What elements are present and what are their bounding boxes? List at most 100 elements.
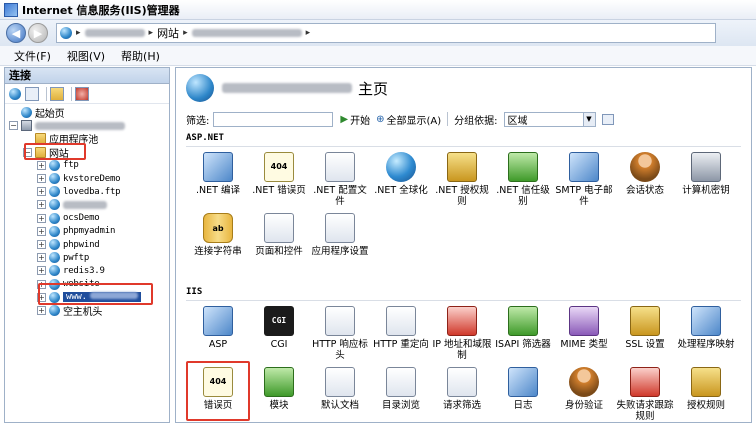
tree-node-label: 网站 bbox=[49, 148, 69, 160]
feature-connection-strings[interactable]: ab 连接字符串 bbox=[188, 213, 248, 257]
view-mode-button[interactable] bbox=[601, 113, 618, 125]
net-profile-icon bbox=[325, 152, 355, 182]
feature-handler-mappings[interactable]: 处理程序映射 bbox=[676, 306, 736, 350]
tree-node[interactable]: + ocsDemo bbox=[37, 212, 100, 225]
feature-http-headers[interactable]: HTTP 响应标头 bbox=[310, 306, 370, 361]
feature-http-redirect[interactable]: HTTP 重定向 bbox=[371, 306, 431, 350]
feature-label: .NET 全球化 bbox=[374, 185, 428, 196]
feature-authorization-rules[interactable]: 授权规则 bbox=[676, 367, 736, 411]
feature-net-globalization[interactable]: .NET 全球化 bbox=[371, 152, 431, 196]
feature-error-pages[interactable]: 404 错误页 bbox=[188, 367, 248, 411]
feature-net-error-pages[interactable]: 404 .NET 错误页 bbox=[249, 152, 309, 196]
expand-icon[interactable]: + bbox=[37, 200, 46, 210]
feature-authentication[interactable]: 身份验证 bbox=[554, 367, 614, 411]
show-all-button[interactable]: ⊕ 全部显示(A) bbox=[376, 112, 441, 127]
expand-icon[interactable]: + bbox=[37, 266, 46, 276]
expand-icon[interactable]: + bbox=[37, 279, 46, 289]
view-icon bbox=[601, 113, 614, 125]
section-title: ASP.NET bbox=[186, 133, 224, 143]
feature-net-compile[interactable]: .NET 编译 bbox=[188, 152, 248, 196]
feature-app-settings[interactable]: 应用程序设置 bbox=[310, 213, 370, 257]
site-globe-icon bbox=[49, 265, 60, 277]
breadcrumb-separator: ▸ bbox=[305, 28, 311, 38]
tree-node[interactable]: 起始页 bbox=[9, 106, 65, 120]
tree-node[interactable]: + pwftp bbox=[37, 251, 89, 264]
tree-node[interactable]: + phpmyadmin bbox=[37, 225, 115, 238]
tree-node[interactable]: + 空主机头 bbox=[37, 304, 102, 318]
mime-types-icon bbox=[569, 306, 599, 336]
breadcrumb-sites[interactable]: 网站 bbox=[157, 25, 179, 41]
save-icon[interactable] bbox=[25, 86, 39, 101]
tree-node[interactable]: 应用程序池 bbox=[23, 132, 98, 146]
tree-node[interactable]: + www. bbox=[37, 291, 141, 304]
feature-default-document[interactable]: 默认文档 bbox=[310, 367, 370, 411]
feature-label: .NET 授权规则 bbox=[435, 185, 489, 207]
connections-pane: 连接 起始页 − 应用程序池 − 网站 + ftp + kvstoreDemo + lovedba.… bbox=[4, 67, 170, 423]
feature-request-filtering[interactable]: 请求筛选 bbox=[432, 367, 492, 411]
feature-machine-key[interactable]: 计算机密钥 bbox=[676, 152, 736, 196]
feature-mime-types[interactable]: MIME 类型 bbox=[554, 306, 614, 350]
forward-button[interactable]: ▶ bbox=[28, 23, 48, 43]
feature-net-authorization[interactable]: .NET 授权规则 bbox=[432, 152, 492, 207]
feature-net-trust[interactable]: .NET 信任级别 bbox=[493, 152, 553, 207]
request-filtering-icon bbox=[447, 367, 477, 397]
feature-asp[interactable]: ASP bbox=[188, 306, 248, 350]
menu-help[interactable]: 帮助(H) bbox=[121, 48, 160, 64]
expand-icon[interactable]: + bbox=[37, 174, 46, 183]
error-pages-icon: 404 bbox=[203, 367, 233, 397]
server-icon bbox=[21, 120, 32, 132]
connect-icon[interactable] bbox=[9, 87, 21, 100]
expand-icon[interactable]: + bbox=[37, 213, 46, 223]
tree-node[interactable]: + lovedba.ftp bbox=[37, 185, 121, 198]
feature-logging[interactable]: 日志 bbox=[493, 367, 553, 411]
features-pane: 主页 筛选: ▶ 开始 ⊕ 全部显示(A) 分组依据: 区域 ▼ ASP.NET… bbox=[175, 67, 752, 423]
tree-node[interactable]: + website bbox=[37, 278, 100, 291]
feature-label: .NET 编译 bbox=[196, 185, 240, 196]
collapse-icon[interactable]: − bbox=[23, 147, 32, 157]
feature-session-state[interactable]: 会话状态 bbox=[615, 152, 675, 196]
disconnect-icon[interactable] bbox=[75, 86, 89, 101]
expand-icon[interactable]: + bbox=[37, 187, 46, 197]
expand-icon[interactable]: + bbox=[37, 226, 46, 236]
breadcrumb[interactable]: ▸ ▸ 网站 ▸ ▸ bbox=[56, 23, 716, 43]
feature-label: 应用程序设置 bbox=[311, 246, 369, 257]
feature-cgi[interactable]: CGI CGI bbox=[249, 306, 309, 350]
feature-failed-request-tracing[interactable]: 失败请求跟踪规则 bbox=[615, 367, 675, 422]
feature-label: MIME 类型 bbox=[560, 339, 608, 350]
tree-node[interactable]: + bbox=[37, 198, 107, 211]
expand-icon[interactable]: + bbox=[37, 306, 46, 315]
feature-pages-controls[interactable]: 页面和控件 bbox=[249, 213, 309, 257]
expand-icon[interactable]: + bbox=[37, 292, 46, 302]
feature-directory-browsing[interactable]: 目录浏览 bbox=[371, 367, 431, 411]
tree-node[interactable]: + ftp bbox=[37, 159, 79, 172]
feature-ip-restrictions[interactable]: IP 地址和域限制 bbox=[432, 306, 492, 361]
expand-icon[interactable]: + bbox=[37, 160, 46, 170]
menu-file[interactable]: 文件(F) bbox=[14, 48, 51, 64]
menu-view[interactable]: 视图(V) bbox=[67, 48, 105, 64]
feature-isapi-filters[interactable]: ISAPI 筛选器 bbox=[493, 306, 553, 350]
feature-modules[interactable]: 模块 bbox=[249, 367, 309, 411]
redacted-site-name[interactable] bbox=[191, 29, 302, 37]
feature-smtp-email[interactable]: SMTP 电子邮件 bbox=[554, 152, 614, 207]
feature-label: 身份验证 bbox=[564, 400, 603, 411]
filter-input[interactable] bbox=[213, 111, 334, 127]
tree-node[interactable]: − 网站 bbox=[23, 146, 69, 160]
group-by-select[interactable]: 区域 ▼ bbox=[503, 111, 596, 127]
feature-label: ASP bbox=[208, 339, 228, 350]
expand-icon[interactable]: + bbox=[37, 240, 46, 249]
site-globe-icon bbox=[49, 239, 60, 250]
feature-net-profile[interactable]: .NET 配置文件 bbox=[310, 152, 370, 207]
start-filter-button[interactable]: ▶ 开始 bbox=[340, 112, 370, 127]
collapse-icon[interactable]: − bbox=[9, 121, 18, 131]
feature-ssl-settings[interactable]: SSL 设置 bbox=[615, 306, 675, 350]
tree-node[interactable]: + redis3.9 bbox=[37, 264, 105, 277]
up-folder-icon[interactable] bbox=[50, 86, 64, 101]
tree-node[interactable]: + phpwind bbox=[37, 238, 100, 251]
expand-icon[interactable]: + bbox=[37, 253, 46, 263]
tree-node[interactable]: + kvstoreDemo bbox=[37, 172, 121, 185]
site-globe-icon bbox=[186, 74, 214, 102]
tree-node[interactable]: − bbox=[9, 119, 125, 132]
back-button[interactable]: ◀ bbox=[6, 23, 26, 43]
smtp-email-icon bbox=[569, 152, 599, 182]
breadcrumb-separator: ▸ bbox=[76, 28, 81, 38]
